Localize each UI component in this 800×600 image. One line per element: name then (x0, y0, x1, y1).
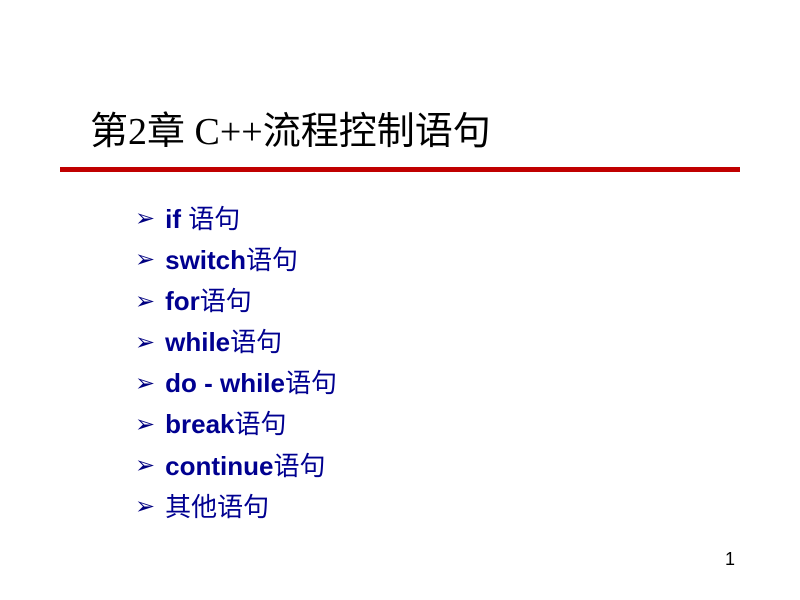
list-item: ➢ if 语句 (135, 202, 800, 237)
bullet-icon: ➢ (135, 368, 155, 400)
bullet-icon: ➢ (135, 327, 155, 359)
bullet-keyword: break (165, 409, 234, 439)
bullet-icon: ➢ (135, 450, 155, 482)
bullet-keyword: continue (165, 451, 273, 481)
bullet-text: switch语句 (165, 243, 298, 278)
bullet-keyword: while (165, 327, 230, 357)
list-item: ➢ while语句 (135, 325, 800, 360)
list-item: ➢ do - while语句 (135, 366, 800, 401)
slide-title: 第2章 C++流程控制语句 (90, 100, 800, 155)
bullet-text: 其他语句 (165, 490, 269, 525)
bullet-suffix: 语句 (230, 327, 282, 357)
bullet-suffix: 语句 (235, 409, 287, 439)
bullet-suffix: 其他语句 (165, 492, 269, 522)
bullet-suffix: 语句 (200, 286, 252, 316)
bullet-icon: ➢ (135, 409, 155, 441)
bullet-icon: ➢ (135, 244, 155, 276)
slide-container: 第2章 C++流程控制语句 ➢ if 语句 ➢ switch语句 ➢ for语句… (0, 0, 800, 600)
bullet-suffix: 语句 (246, 245, 298, 275)
list-item: ➢ continue语句 (135, 449, 800, 484)
list-item: ➢ break语句 (135, 407, 800, 442)
page-number: 1 (725, 549, 735, 570)
bullet-text: do - while语句 (165, 366, 337, 401)
list-item: ➢ 其他语句 (135, 490, 800, 525)
title-divider (60, 167, 740, 172)
list-item: ➢ switch语句 (135, 243, 800, 278)
bullet-suffix: 语句 (273, 451, 325, 481)
title-container: 第2章 C++流程控制语句 (0, 100, 800, 155)
bullet-text: for语句 (165, 284, 252, 319)
bullet-keyword: do - while (165, 368, 285, 398)
list-item: ➢ for语句 (135, 284, 800, 319)
bullet-text: while语句 (165, 325, 282, 360)
bullet-text: if 语句 (165, 202, 240, 237)
bullet-icon: ➢ (135, 203, 155, 235)
bullet-suffix: 语句 (285, 368, 337, 398)
bullet-suffix: 语句 (188, 204, 240, 234)
bullet-icon: ➢ (135, 286, 155, 318)
bullet-text: continue语句 (165, 449, 325, 484)
bullet-keyword: for (165, 286, 200, 316)
bullet-keyword: switch (165, 245, 246, 275)
bullet-text: break语句 (165, 407, 286, 442)
bullet-icon: ➢ (135, 491, 155, 523)
bullet-list: ➢ if 语句 ➢ switch语句 ➢ for语句 ➢ while语句 ➢ d… (0, 202, 800, 525)
bullet-keyword: if (165, 204, 188, 234)
